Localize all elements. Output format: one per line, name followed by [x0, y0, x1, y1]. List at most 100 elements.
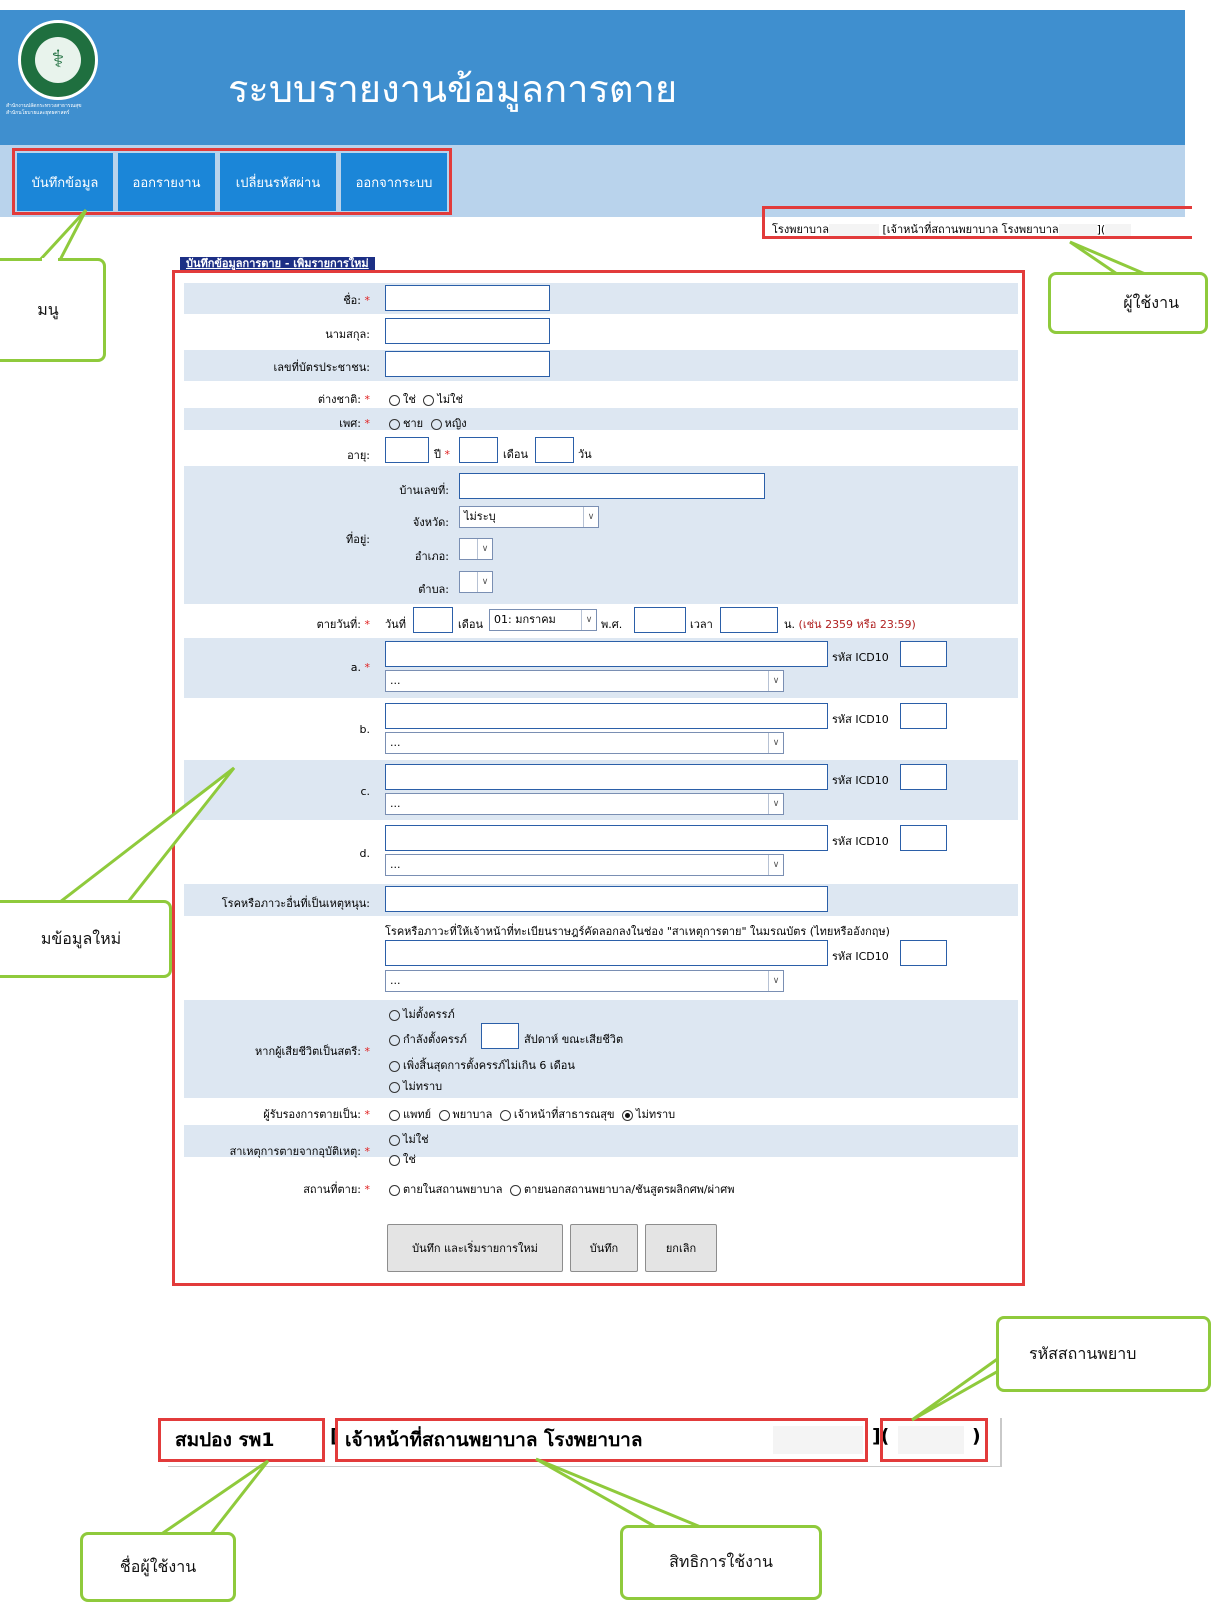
cause-c-input[interactable] — [385, 764, 828, 790]
accident-no-radio[interactable]: ไม่ใช่ — [389, 1130, 429, 1148]
age-year-input[interactable] — [385, 437, 429, 463]
cause-d-select[interactable]: ... ∨ — [385, 854, 784, 876]
place-outside-radio[interactable]: ตายนอกสถานพยาบาล/ชันสูตรผลิกศพ/ผ่าศพ — [506, 1183, 735, 1196]
chevron-down-icon: ∨ — [581, 610, 596, 630]
death-time-input[interactable] — [720, 607, 778, 633]
first-name-input[interactable] — [385, 285, 550, 311]
save-and-new-button[interactable]: บันทึก และเริ่มรายการใหม่ — [387, 1224, 563, 1272]
house-no-input[interactable] — [459, 473, 765, 499]
age-day-input[interactable] — [535, 437, 574, 463]
last-name-input[interactable] — [385, 318, 550, 344]
age-month-unit: เดือน — [503, 448, 529, 461]
place-in-hospital-radio[interactable]: ตายในสถานพยาบาล — [389, 1183, 503, 1196]
callout-username-text: ชื่อผู้ใช้งาน — [119, 1556, 197, 1576]
chevron-down-icon: ∨ — [768, 971, 783, 991]
sex-female-radio[interactable]: หญิง — [427, 417, 467, 430]
citizen-id-label: เลขที่บัตรประชาชน: — [273, 361, 370, 374]
cause-c-select[interactable]: ... ∨ — [385, 793, 784, 815]
row-bg — [184, 283, 1018, 314]
registrar-cause-input[interactable] — [385, 940, 828, 966]
form-tab-title[interactable]: บันทึกข้อมูลการตาย - เพิ่มรายการใหม่ — [180, 257, 375, 271]
province-select[interactable]: ไม่ระบุ ∨ — [459, 506, 599, 528]
chevron-down-icon: ∨ — [477, 572, 492, 592]
chevron-down-icon: ∨ — [583, 507, 598, 527]
cause-b-icd-label: รหัส ICD10 — [832, 713, 889, 726]
logo-caption: สำนักงานปลัดกระทรวงสาธารณสุข สำนักนโยบาย… — [6, 103, 118, 117]
callout-menu: มนู — [0, 258, 106, 362]
certifier-doctor-radio[interactable]: แพทย์ — [389, 1108, 431, 1121]
death-year-label: พ.ศ. — [601, 618, 623, 631]
callout-new-data-text: มข้อมูลใหม่ — [40, 928, 122, 948]
pregnant-not-radio[interactable]: ไม่ตั้งครรภ์ — [389, 1005, 455, 1023]
certifier-radio-group: แพทย์ พยาบาล เจ้าหน้าที่สาธารณสุข ไม่ทรา… — [389, 1105, 675, 1123]
caduceus-icon: ⚕ — [51, 45, 65, 73]
cause-c-icd-input[interactable] — [900, 764, 947, 790]
chevron-down-icon: ∨ — [768, 855, 783, 875]
place-label: สถานที่ตาย: * — [303, 1183, 370, 1196]
address-label: ที่อยู่: — [345, 533, 370, 546]
place-radio-group: ตายในสถานพยาบาล ตายนอกสถานพยาบาล/ชันสูตร… — [389, 1180, 735, 1198]
accident-label: สาเหตุการตายจากอุบัติเหตุ: * — [229, 1145, 370, 1158]
death-day-input[interactable] — [413, 607, 453, 633]
pregnant-yes-radio[interactable]: กำลังตั้งครรภ์ — [389, 1030, 467, 1048]
save-button[interactable]: บันทึก — [570, 1224, 638, 1272]
foreigner-label: ต่างชาติ: * — [317, 393, 370, 406]
death-day-label: วันที่ — [385, 618, 406, 631]
cause-d-input[interactable] — [385, 825, 828, 851]
chevron-down-icon: ∨ — [768, 671, 783, 691]
user-highlight — [762, 206, 1192, 239]
cause-b-icd-input[interactable] — [900, 703, 947, 729]
logo-emblem: ⚕ — [35, 37, 81, 83]
cause-b-select[interactable]: ... ∨ — [385, 732, 784, 754]
pregnant-unknown-radio[interactable]: ไม่ทราบ — [389, 1077, 442, 1095]
first-name-label: ชื่อ: * — [343, 294, 370, 307]
certifier-nurse-radio[interactable]: พยาบาล — [435, 1108, 492, 1121]
cause-d-icd-input[interactable] — [900, 825, 947, 851]
registrar-select[interactable]: ... ∨ — [385, 970, 784, 992]
cancel-button[interactable]: ยกเลิก — [645, 1224, 717, 1272]
age-month-input[interactable] — [459, 437, 498, 463]
callout-hospital-code: รหัสสถานพยาบ — [996, 1316, 1211, 1392]
age-day-unit: วัน — [578, 448, 592, 461]
pregnant-weeks-suffix: สัปดาห์ ขณะเสียชีวิต — [524, 1033, 624, 1046]
cause-a-input[interactable] — [385, 641, 828, 667]
last-name-label: นามสกุล: — [325, 328, 370, 341]
cause-b-input[interactable] — [385, 703, 828, 729]
callout-menu-joint — [42, 258, 58, 262]
death-month-select[interactable]: 01: มกราคม ∨ — [489, 609, 597, 631]
callout-permission-text: สิทธิการใช้งาน — [669, 1552, 773, 1571]
house-no-label: บ้านเลขที่: — [399, 484, 449, 497]
foreigner-radio-group: ใช่ ไม่ใช่ — [389, 390, 463, 408]
callout-username: ชื่อผู้ใช้งาน — [80, 1532, 236, 1602]
registrar-icd-input[interactable] — [900, 940, 947, 966]
cause-a-select[interactable]: ... ∨ — [385, 670, 784, 692]
foreigner-no-radio[interactable]: ไม่ใช่ — [419, 393, 463, 406]
death-date-label: ตายวันที่: * — [316, 618, 370, 631]
district-select[interactable]: ∨ — [459, 538, 493, 560]
district-label: อำเภอ: — [414, 550, 449, 563]
pregnant-weeks-input[interactable] — [481, 1023, 519, 1049]
certifier-health-officer-radio[interactable]: เจ้าหน้าที่สาธารณสุข — [496, 1108, 615, 1121]
app-title: ระบบรายงานข้อมูลการตาย — [228, 67, 678, 111]
ministry-logo: ⚕ — [18, 20, 98, 100]
cause-b-label: b. — [359, 723, 370, 736]
death-year-input[interactable] — [634, 607, 686, 633]
cause-a-icd-label: รหัส ICD10 — [832, 651, 889, 664]
foreigner-yes-radio[interactable]: ใช่ — [389, 393, 416, 406]
cause-a-icd-input[interactable] — [900, 641, 947, 667]
pregnant-label: หากผู้เสียชีวิตเป็นสตรี: * — [255, 1045, 370, 1058]
callout-hospital-code-text: รหัสสถานพยาบ — [1029, 1343, 1137, 1363]
cause-d-icd-label: รหัส ICD10 — [832, 835, 889, 848]
certifier-unknown-radio[interactable]: ไม่ทราบ — [618, 1108, 675, 1121]
accident-yes-radio[interactable]: ใช่ — [389, 1150, 416, 1168]
callout-menu-text: มนู — [37, 299, 59, 319]
certifier-label: ผู้รับรองการตายเป็น: * — [263, 1108, 370, 1121]
other-contrib-input[interactable] — [385, 886, 828, 912]
sex-male-radio[interactable]: ชาย — [389, 417, 423, 430]
subdistrict-select[interactable]: ∨ — [459, 571, 493, 593]
registrar-note: โรคหรือภาวะที่ให้เจ้าหน้าที่ทะเบียนราษฎร… — [385, 925, 890, 938]
citizen-id-input[interactable] — [385, 351, 550, 377]
pregnant-recent-radio[interactable]: เพิ่งสิ้นสุดการตั้งครรภ์ไม่เกิน 6 เดือน — [389, 1056, 575, 1074]
death-month-label: เดือน — [458, 618, 484, 631]
age-year-unit: ปี * — [434, 448, 450, 461]
